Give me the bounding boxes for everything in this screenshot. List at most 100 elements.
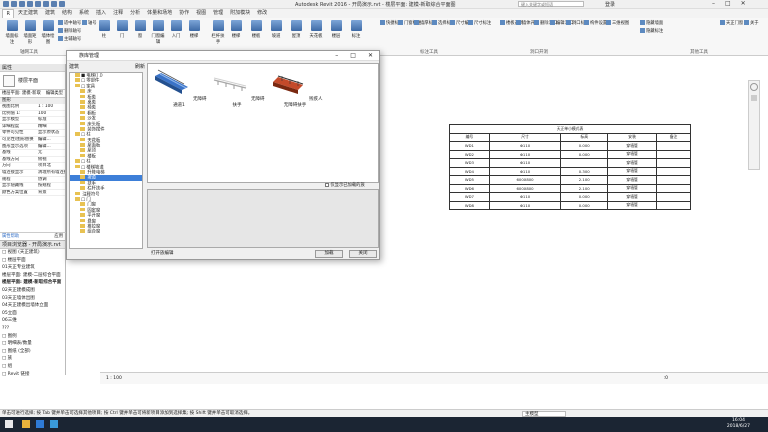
property-value[interactable]: 项目北 [38, 163, 65, 169]
browser-item[interactable]: 楼层平面: 建模-二层综合平面 [0, 272, 65, 280]
zoom-icon[interactable] [751, 95, 757, 101]
property-value[interactable]: 编辑... [38, 137, 65, 143]
minimize-icon[interactable]: – [712, 0, 715, 7]
property-row[interactable]: 图形显示选项 编辑... [0, 144, 65, 151]
ribbon-tool-9[interactable]: 尺寸标注 [468, 20, 491, 26]
browser-item[interactable]: 05立面 [0, 310, 65, 318]
dialog-title-bar[interactable]: 族库管理 – □ ✕ [67, 51, 379, 61]
property-value[interactable]: 编辑... [38, 144, 65, 150]
property-row[interactable]: 基线 无 [0, 150, 65, 157]
refresh-button[interactable]: 刷新 [135, 63, 145, 71]
browser-icon[interactable] [36, 420, 44, 428]
browser-item[interactable]: □ 图纸 (全部) [0, 348, 65, 356]
property-value[interactable]: 协调 [38, 177, 65, 183]
browser-item[interactable]: 楼层平面: 建模-新取综合平面 [0, 279, 65, 287]
save-icon[interactable] [19, 1, 25, 7]
ribbon-button-10[interactable]: 楼梯 [228, 20, 244, 39]
ribbon-button-14[interactable]: 天花板 [308, 20, 324, 39]
instance-selector[interactable]: 楼层平面: 建模-新取 编辑类型 [0, 90, 65, 98]
tab-8[interactable]: 体量和场地 [144, 9, 176, 18]
browser-item[interactable]: □ Revit 链接 [0, 371, 65, 379]
property-value[interactable]: 俯视 [38, 157, 65, 163]
ribbon-button-6[interactable]: 门窗编辑 [150, 20, 166, 45]
tab-12[interactable]: 附加模块 [227, 9, 254, 18]
property-row[interactable]: 可见性/图形替换 编辑... [0, 137, 65, 144]
steering-wheel-icon[interactable] [750, 83, 758, 91]
thumb-accessible-handrail[interactable]: 残疾人无障碍扶手 [266, 68, 324, 108]
property-row[interactable]: 规程 协调 [0, 177, 65, 184]
ribbon-tool-17[interactable]: 隐藏墙面 [640, 20, 663, 26]
property-value[interactable]: 显示原状态 [38, 130, 65, 136]
property-row[interactable]: 详细程度 精细 [0, 124, 65, 131]
property-row[interactable]: 颜色方案位置 背景 [0, 190, 65, 197]
ribbon-button-0[interactable]: 墙面标注 [4, 20, 20, 45]
tab-9[interactable]: 协作 [176, 9, 193, 18]
property-value[interactable]: 无 [38, 150, 65, 156]
browser-item[interactable]: □ 视图 (天正建筑) [0, 249, 65, 257]
property-row[interactable]: 基线方向 俯视 [0, 157, 65, 164]
ribbon-button-2[interactable]: 墙体绘图 [40, 20, 56, 45]
ribbon-button-12[interactable]: 坡道 [268, 20, 284, 39]
ribbon-button-1[interactable]: 墙面矩形 [22, 20, 38, 45]
tab-13[interactable]: 修改 [254, 9, 271, 18]
browser-item[interactable]: 01天正专业建筑 [0, 264, 65, 272]
property-value[interactable]: 100 [38, 111, 65, 117]
tree-node[interactable]: 组合窗 [70, 229, 142, 235]
3d-view-icon[interactable] [59, 1, 65, 7]
ribbon-tool-15[interactable]: 构件设置 [584, 20, 607, 26]
login-link[interactable]: 登录 [605, 1, 615, 8]
open-icon[interactable] [11, 1, 17, 7]
property-row[interactable]: 零件可见性 显示原状态 [0, 130, 65, 137]
windows-start-icon[interactable] [5, 420, 13, 428]
ribbon-button-8[interactable]: 楼梯 [186, 20, 202, 39]
property-value[interactable]: 按规程 [38, 183, 65, 189]
browser-item[interactable]: 04天正建模出墙体立面 [0, 302, 65, 310]
ribbon-button-7[interactable]: 入门 [168, 20, 184, 39]
browser-item[interactable]: 02天正建模成图 [0, 287, 65, 295]
tab-5[interactable]: 插入 [93, 9, 110, 18]
property-row[interactable]: 比例值 1: 100 [0, 111, 65, 118]
ribbon-button-5[interactable]: 窗 [132, 20, 148, 39]
redo-icon[interactable] [35, 1, 41, 7]
dialog-minimize-icon[interactable]: – [335, 51, 338, 61]
property-row[interactable]: 显示模型 标准 [0, 117, 65, 124]
undo-icon[interactable] [27, 1, 33, 7]
ribbon-tool-0[interactable]: 适中轴号 [58, 20, 81, 26]
ribbon-button-11[interactable]: 楼板 [248, 20, 264, 39]
tab-0[interactable]: R [2, 9, 15, 18]
type-selector[interactable]: 楼层平面 [0, 72, 65, 90]
ribbon-tool-2[interactable]: 主辅轴号 [58, 36, 81, 42]
property-row[interactable]: 方向 项目北 [0, 163, 65, 170]
ribbon-button-15[interactable]: 楼层 [328, 20, 344, 39]
open-editor-link[interactable]: 打开族编辑 [151, 249, 174, 259]
ribbon-button-4[interactable]: 门 [114, 20, 130, 39]
browser-item[interactable]: 06三维 [0, 317, 65, 325]
checkbox-box[interactable] [325, 182, 329, 187]
only-loaded-checkbox[interactable]: 仅显示已加载的族 [325, 182, 365, 188]
browser-item[interactable]: □ 族 [0, 355, 65, 363]
properties-help-link[interactable]: 属性帮助 [2, 233, 19, 240]
thumb-handrail[interactable]: 无障碍扶手 [208, 68, 266, 108]
browser-item[interactable]: □ 组 [0, 363, 65, 371]
ribbon-button-3[interactable]: 柱 [96, 20, 112, 39]
browser-item[interactable]: ??? [0, 325, 65, 333]
category-selector[interactable]: 建筑 刷新 [69, 63, 145, 71]
tab-3[interactable]: 结构 [59, 9, 76, 18]
tab-2[interactable]: 建筑 [42, 9, 59, 18]
property-value[interactable]: 背景 [38, 190, 65, 196]
tab-7[interactable]: 分析 [127, 9, 144, 18]
tab-4[interactable]: 系统 [76, 9, 93, 18]
property-value[interactable]: 精细 [38, 124, 65, 130]
property-row[interactable]: 视图比例 1 : 100 [0, 104, 65, 111]
maximize-icon[interactable]: □ [725, 0, 731, 7]
dialog-close-icon[interactable]: ✕ [368, 51, 373, 61]
ribbon-button-16[interactable]: 标注 [348, 20, 364, 39]
ribbon-tool-3[interactable]: 轴号 [82, 20, 97, 26]
search-input[interactable]: 键入关键字或短语 [518, 1, 584, 7]
ribbon-tool-19[interactable]: 天正门窗 [720, 20, 743, 26]
close-icon[interactable]: ✕ [741, 0, 746, 7]
app-icon[interactable] [3, 1, 9, 7]
load-button[interactable]: 加载 [315, 250, 343, 258]
thumb-ramp[interactable]: 无障碍通道1 [150, 68, 208, 108]
property-row[interactable]: 显示隐藏线 按规程 [0, 183, 65, 190]
